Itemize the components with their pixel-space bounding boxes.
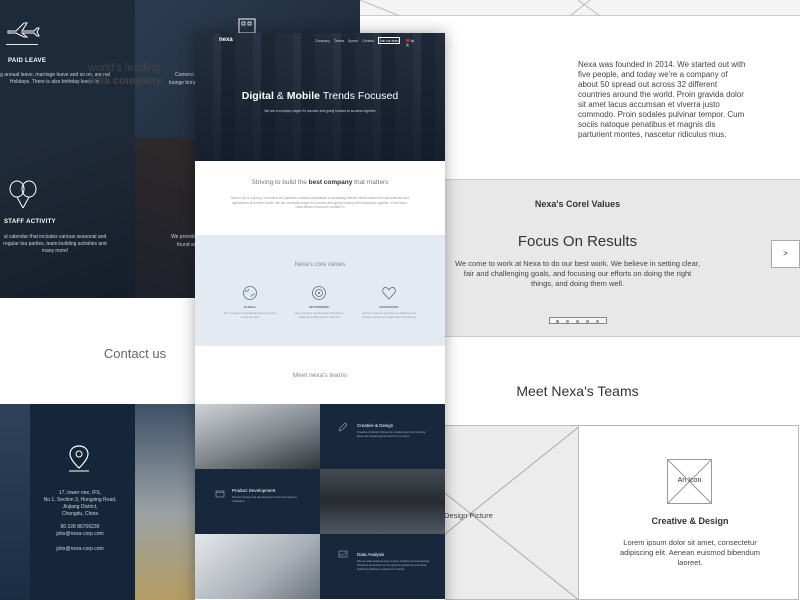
value-text-global: We compete on the global stage and grow … [223,311,277,319]
wireframe-top-bar [360,0,800,16]
pen-icon [338,422,348,432]
next-slide-button[interactable]: > [771,240,800,268]
striving-heading: Striving to build the best company that … [195,179,445,186]
browser-icon [215,490,225,498]
nexa-logo[interactable]: nexa [219,37,233,43]
leading-line-2: edia company. [88,75,164,87]
center-page-mockup: nexa Company Teams Space Contact Join ou… [195,33,445,600]
team-text: Creative & Design brings the creative sp… [357,430,426,438]
location-pin-icon [69,445,89,472]
focus-text: We come to work at Nexa to do our best w… [455,259,700,288]
leading-line-1: world's leading [88,62,161,74]
found-text: found ar [177,242,196,248]
analytics-icon [338,550,348,558]
top-navigation: nexa Company Teams Space Contact Join ou… [195,33,445,47]
team-card [578,425,799,600]
balloons-icon [9,180,37,209]
address-line: Chengdu, China [61,511,99,517]
hero-title-mobile: Mobile [286,90,320,102]
nav-item-contact[interactable]: Contact [362,39,374,43]
founded-text: Nexa was founded in 2014. We started out… [578,60,746,139]
target-icon [312,286,326,300]
hero-title: Digital & Mobile Trends Focused [195,90,445,102]
core-values-title: Nexa's Corel Values [534,199,621,209]
pagination-dot[interactable] [566,319,569,323]
hero-title-digital: Digital [241,90,274,102]
comerci-text: Comerci [175,72,194,78]
join-team-button[interactable]: Join our team [378,37,400,44]
email-link[interactable]: jobs@nexa-corp.com [40,546,120,553]
nav-item-teams[interactable]: Teams [334,39,344,43]
striving-part-2: best company [308,179,353,186]
staff-activity-text: al calendar that includes various season… [3,234,107,254]
city-photo [0,404,30,600]
building-icon [238,18,256,34]
address-line: 17, tower one, IFS, [58,490,102,496]
we-provide-text: We provide [171,234,197,240]
team-photo-code [320,469,445,534]
email-link[interactable]: jobs@nexa-corp.com [40,531,120,538]
team-photo-laptop [195,404,320,469]
office-photo [135,404,195,600]
staff-activity-title: STAFF ACTIVITY [4,219,56,225]
striving-part-3: that matters [352,179,389,186]
globe-icon [243,286,257,300]
value-label-passionate: PASSIONATE [379,305,399,309]
address-line: No.1, Section 3, Hongxing Road, [43,497,117,503]
teams-title: Meet Nexa's Teams [516,383,639,399]
nav-item-space[interactable]: Space [348,39,358,43]
an-icon-label: An Icon [677,477,702,484]
hero-section: nexa Company Teams Space Contact Join ou… [195,33,445,161]
creative-text: Lorem ipsum dolor sit amet, consectetur … [619,538,761,567]
team-tile-creative[interactable]: Creative & Design Creative & Design brin… [320,404,445,469]
divider [6,44,38,45]
language-switch[interactable]: 中文 [406,39,416,47]
value-label-global: GLOBAL [243,305,257,309]
address-block: 17, tower one, IFS, No.1, Section 3, Hon… [40,490,120,553]
value-text-passionate: We love what we do strive to challenge a… [362,311,416,319]
mockup-stage: PAID LEAVE g annual leave, marriage leav… [0,0,800,600]
pagination-dot[interactable] [576,319,579,323]
teams-title: Meet nexa's teams [292,372,348,379]
hero-title-rest: Trends Focused [319,90,399,102]
icon-placeholder: An Icon [667,459,712,504]
airplane-icon [7,22,40,38]
address-line: Jinjiang District, [62,504,98,510]
team-photo-charts [195,534,320,599]
pagination-dot[interactable] [586,319,589,323]
pagination-dot[interactable] [596,319,599,323]
phone-number: 86 028 86706239 [60,524,100,530]
paid-leave-title: PAID LEAVE [8,58,47,64]
creative-title: Creative & Design [651,516,729,526]
striving-part-1: Striving to build the [251,179,309,186]
hero-title-amp: & [273,90,287,102]
value-text-determined: We work hard, act fast and efficiently t… [294,311,344,319]
core-values-title: Nexa's core values [294,262,346,268]
striving-text: Nexa Corp is a young, innovative and dyn… [230,196,410,209]
team-text: Product design and development in the be… [232,495,298,503]
hero-subtitle: We are a company eager for success and g… [264,109,376,113]
staff-activity-tile: STAFF ACTIVITY al calendar that includes… [0,138,135,298]
slider-pagination [549,317,607,324]
team-text: We are data analysts who employ insights… [357,559,430,571]
team-tile-data[interactable]: Data Analysis We are data analysts who e… [320,534,445,599]
team-name: Product Development [232,488,276,493]
leading-heading: world's leading edia company. [88,62,164,88]
team-name: Data Analysis [357,552,385,557]
design-picture-label: Design Picture [444,511,493,520]
pagination-dot[interactable] [556,319,559,323]
focus-title: Focus On Results [517,233,638,250]
heart-icon [382,287,396,300]
value-label-determined: DETERMINED [309,305,329,309]
team-name: Creative & Design [357,423,394,428]
team-tile-product[interactable]: Product Development Product design and d… [195,469,320,534]
nav-item-company[interactable]: Company [315,39,330,43]
lounge-text: lounge bring [169,80,197,86]
